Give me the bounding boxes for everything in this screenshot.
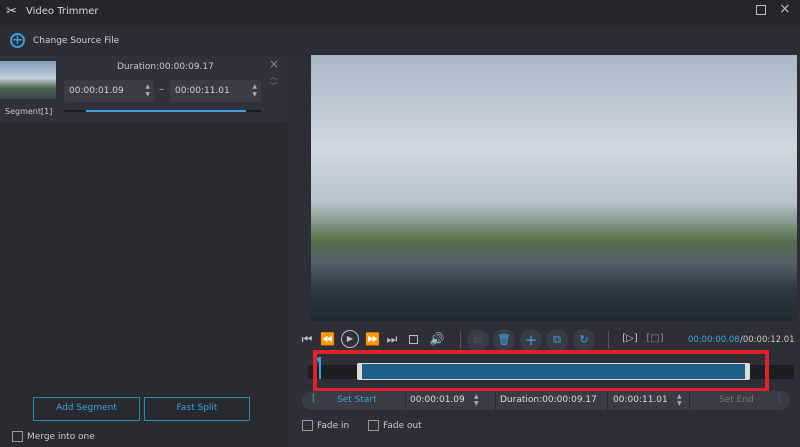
segment-thumbnail xyxy=(0,61,56,99)
fade-in-checkbox[interactable]: Fade in xyxy=(302,420,349,431)
segment-label: Segment[1] xyxy=(5,107,53,116)
scissors-icon: ✂ xyxy=(6,4,17,19)
stop-icon[interactable] xyxy=(409,335,418,344)
copy-icon[interactable]: ⧉ xyxy=(546,329,568,351)
close-icon[interactable]: × xyxy=(269,57,279,71)
trim-bar: [ Set Start 00:00:01.09 ▲ ▼ Duration:00:00… xyxy=(302,391,790,410)
trash-icon[interactable]: 🗑 xyxy=(493,329,515,351)
split-icon[interactable]: ▯▯ xyxy=(467,329,489,351)
video-preview xyxy=(311,55,797,321)
add-circle-icon: + xyxy=(10,33,25,48)
trim-duration: Duration:00:00:09.17 xyxy=(500,395,597,405)
segment-end-input[interactable]: 00:00:11.01 ▲ ▼ xyxy=(170,80,261,102)
title-bar: ✂ Video Trimmer × xyxy=(0,0,800,25)
segment-range-bar xyxy=(64,110,261,112)
maximize-button[interactable] xyxy=(756,5,766,15)
separator: – xyxy=(159,84,164,95)
merge-checkbox[interactable]: Merge into one xyxy=(12,431,95,442)
segment-panel: Segment[1] Duration:00:00:09.17 00:00:01… xyxy=(0,56,287,447)
add-segment-button[interactable]: Add Segment xyxy=(33,397,140,421)
spinner-icon: ▲ ▼ xyxy=(145,83,150,98)
rewind-icon[interactable]: ⏪ xyxy=(320,329,335,349)
set-start-button[interactable]: Set Start xyxy=(337,395,377,405)
add-icon[interactable]: + xyxy=(520,329,542,351)
highlight-box xyxy=(313,350,769,392)
trim-end-input[interactable]: 00:00:11.01 ▲ ▼ xyxy=(613,393,693,407)
set-end-button[interactable]: Set End xyxy=(719,395,754,405)
trim-start-input[interactable]: 00:00:01.09 ▲ ▼ xyxy=(410,393,490,407)
stop-preview-icon[interactable]: [□] xyxy=(645,329,665,349)
change-source-button[interactable]: + Change Source File xyxy=(0,28,800,55)
segment-item[interactable]: Segment[1] Duration:00:00:09.17 00:00:01… xyxy=(0,56,287,123)
total-time: /00:00:12.01 xyxy=(740,335,795,345)
play-icon[interactable]: ▶ xyxy=(341,330,359,348)
player-controls: ⏮ ⏪ ▶ ⏩ ⏭ 🔊 ▯▯ 🗑 + ⧉ ↻ [▷] [□] 00:00:00.… xyxy=(300,329,800,351)
spinner-icon: ▲ ▼ xyxy=(252,83,257,98)
app-title: Video Trimmer xyxy=(26,6,99,17)
volume-icon[interactable]: 🔊 xyxy=(429,329,445,349)
forward-icon[interactable]: ⏩ xyxy=(365,329,380,349)
preview-segment-icon[interactable]: [▷] xyxy=(620,329,640,349)
skip-end-icon[interactable]: ⏭ xyxy=(385,329,399,349)
segment-duration: Duration:00:00:09.17 xyxy=(117,62,214,72)
close-button[interactable]: × xyxy=(779,1,791,17)
fast-split-button[interactable]: Fast Split xyxy=(144,397,250,421)
change-source-label: Change Source File xyxy=(33,36,120,46)
skip-start-icon[interactable]: ⏮ xyxy=(300,329,314,349)
fade-out-checkbox[interactable]: Fade out xyxy=(368,420,422,431)
current-time: 00:00:00.08 xyxy=(688,335,740,345)
segment-start-input[interactable]: 00:00:01.09 ▲ ▼ xyxy=(64,80,154,102)
reset-icon[interactable]: ↻ xyxy=(573,329,595,351)
move-down-icon[interactable]: ﹀ xyxy=(270,81,277,91)
